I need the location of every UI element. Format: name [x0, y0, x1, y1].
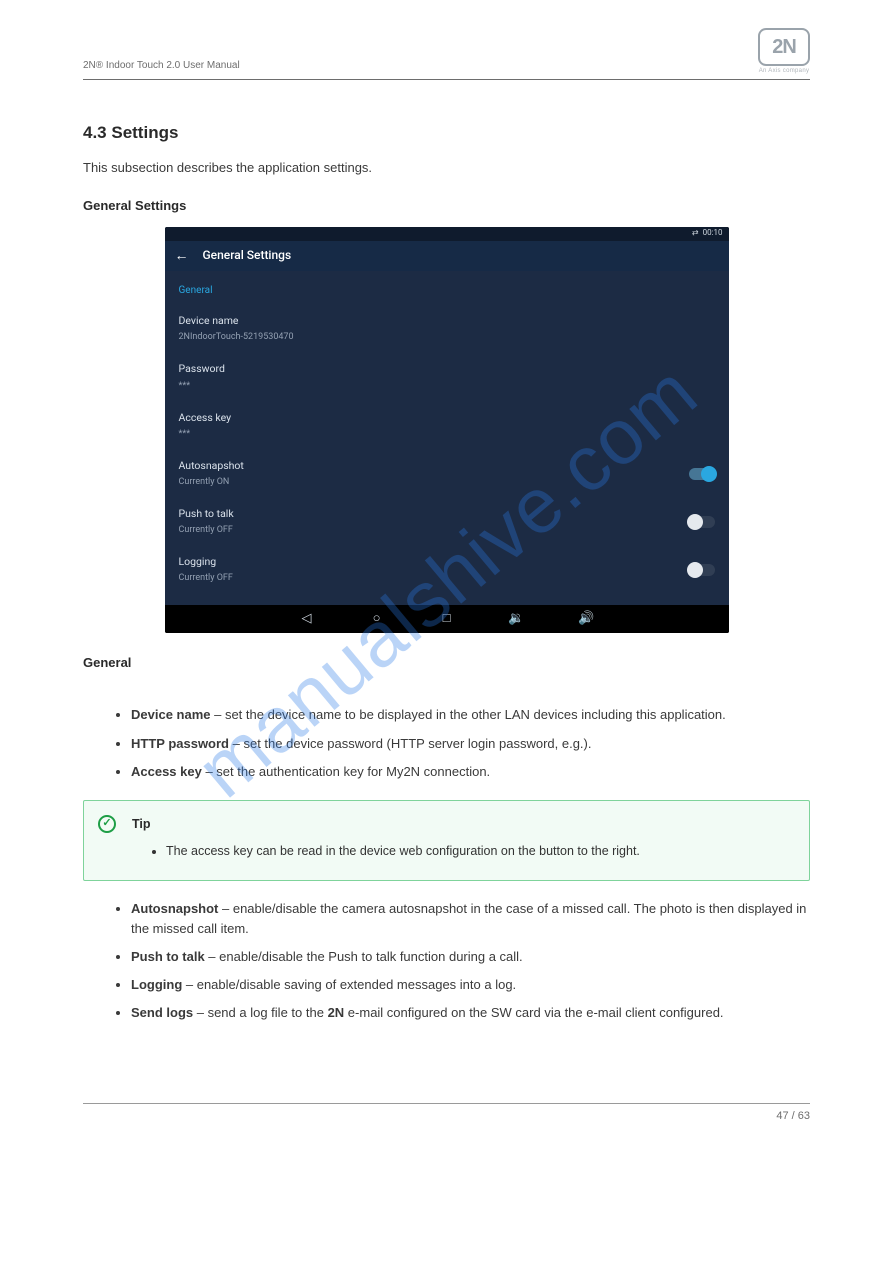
tip-list: The access key can be read in the device… [132, 842, 791, 861]
row-sub: Currently OFF [179, 524, 234, 538]
bullet-send-logs: Send logs – send a log file to the 2N e-… [131, 1003, 810, 1023]
bullet-device-name: Device name – set the device name to be … [131, 705, 810, 725]
appbar-title: General Settings [203, 246, 292, 265]
nav-vol-down-icon[interactable]: 🔉 [509, 611, 525, 627]
heading-4-3-settings: 4.3 Settings [83, 120, 810, 146]
row-sub: 2NIndoorTouch-5219530470 [179, 331, 294, 345]
bullet-autosnapshot: Autosnapshot – enable/disable the camera… [131, 899, 810, 939]
bullet-text: – enable/disable the camera autosnapshot… [131, 901, 806, 936]
row-title: Access key [179, 410, 232, 426]
back-arrow-icon[interactable]: ← [175, 249, 189, 263]
bullet-logging: Logging – enable/disable saving of exten… [131, 975, 810, 995]
row-title: Device name [179, 313, 294, 329]
row-device-name[interactable]: Device name 2NIndoorTouch-5219530470 [179, 306, 715, 354]
bullet-label: Autosnapshot [131, 901, 218, 916]
brand-name: 2N [758, 28, 810, 66]
status-time: 00:10 [703, 227, 723, 239]
bullet-text-2: e-mail configured on the SW card via the… [344, 1005, 723, 1020]
bullet-list-2: Autosnapshot – enable/disable the camera… [83, 899, 810, 1024]
bullet-text: – set the device password (HTTP server l… [229, 736, 591, 751]
running-header: 2N® Indoor Touch 2.0 User Manual [83, 60, 810, 71]
app-bar[interactable]: ← General Settings [165, 241, 729, 271]
row-logging[interactable]: Logging Currently OFF [179, 547, 715, 595]
bullet-label: Device name [131, 707, 211, 722]
row-push-to-talk[interactable]: Push to talk Currently OFF [179, 499, 715, 547]
bullet-text: – set the device name to be displayed in… [211, 707, 726, 722]
settings-panel: General Device name 2NIndoorTouch-521953… [165, 271, 729, 606]
bullet-text: – set the authentication key for My2N co… [202, 764, 490, 779]
bullet-label: Logging [131, 977, 182, 992]
tip-title: Tip [132, 815, 791, 834]
content: 4.3 Settings This subsection describes t… [83, 120, 810, 1023]
android-status-bar: ⇄ 00:10 [165, 227, 729, 241]
row-password[interactable]: Password *** [179, 354, 715, 402]
bullet-access-key: Access key – set the authentication key … [131, 762, 810, 782]
row-title: Autosnapshot [179, 458, 244, 474]
nav-vol-up-icon[interactable]: 🔊 [579, 611, 595, 627]
row-autosnapshot[interactable]: Autosnapshot Currently ON [179, 451, 715, 499]
bullet-label: HTTP password [131, 736, 229, 751]
check-circle-icon: ✓ [98, 815, 116, 833]
bullet-label: Send logs [131, 1005, 193, 1020]
row-title: Logging [179, 554, 233, 570]
bullet-list-1: Device name – set the device name to be … [83, 705, 810, 781]
device-screenshot: ⇄ 00:10 ← General Settings General Devic… [165, 227, 729, 634]
nav-back-icon[interactable]: ◁ [299, 611, 315, 627]
row-access-key[interactable]: Access key *** [179, 403, 715, 451]
header-rule [83, 79, 810, 80]
nav-home-icon[interactable]: ○ [369, 611, 385, 627]
brand-subtitle: An Axis company [758, 68, 810, 74]
heading-general: General [83, 653, 810, 673]
bullet-label: Push to talk [131, 949, 205, 964]
bullet-brand: 2N [328, 1005, 345, 1020]
heading-general-settings: General Settings [83, 196, 810, 216]
footer-rule [83, 1103, 810, 1104]
row-title: Password [179, 361, 225, 377]
row-sub: Currently OFF [179, 572, 233, 586]
bullet-http-password: HTTP password – set the device password … [131, 734, 810, 754]
row-sub: *** [179, 380, 225, 394]
bullet-text-1: – send a log file to the [193, 1005, 327, 1020]
android-nav-bar: ◁ ○ □ 🔉 🔊 [165, 605, 729, 633]
status-signal-icon: ⇄ [692, 227, 699, 239]
intro-paragraph: This subsection describes the applicatio… [83, 158, 810, 178]
toggle-push-to-talk[interactable] [689, 516, 715, 528]
bullet-text: – enable/disable the Push to talk functi… [205, 949, 523, 964]
bullet-push-to-talk: Push to talk – enable/disable the Push t… [131, 947, 810, 967]
bullet-label: Access key [131, 764, 202, 779]
toggle-autosnapshot[interactable] [689, 468, 715, 480]
tip-text: The access key can be read in the device… [166, 842, 791, 861]
tip-box: ✓ Tip The access key can be read in the … [83, 800, 810, 881]
row-title: Push to talk [179, 506, 234, 522]
screenshot-container: ⇄ 00:10 ← General Settings General Devic… [83, 227, 810, 634]
footer: 47 / 63 [83, 1103, 810, 1122]
nav-recents-icon[interactable]: □ [439, 611, 455, 627]
page: manualshive.com 2N An Axis company 2N® I… [0, 0, 893, 1162]
row-sub: *** [179, 428, 232, 442]
brand-logo: 2N An Axis company [758, 28, 810, 74]
bullet-text: – enable/disable saving of extended mess… [182, 977, 516, 992]
section-header-general: General [179, 283, 715, 299]
toggle-logging[interactable] [689, 564, 715, 576]
page-number: 47 / 63 [83, 1110, 810, 1122]
row-sub: Currently ON [179, 476, 244, 490]
